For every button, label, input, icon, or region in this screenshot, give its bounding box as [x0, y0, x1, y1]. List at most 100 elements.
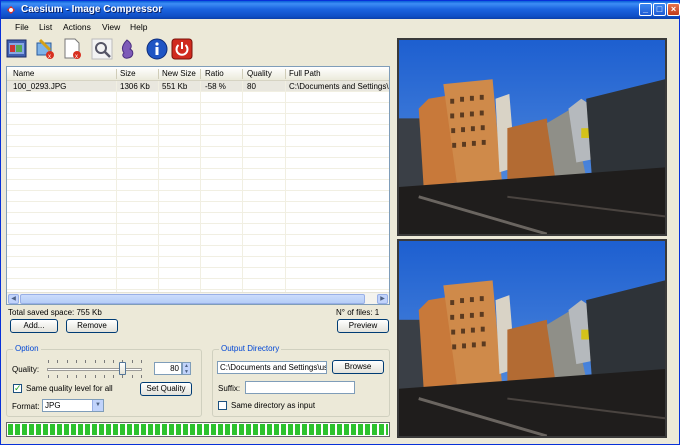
table-row-empty: [7, 125, 389, 136]
column-gridline: [200, 81, 201, 292]
slider-tick: [113, 375, 115, 378]
menu-help[interactable]: Help: [130, 22, 147, 32]
slider-tick: [57, 375, 59, 378]
scroll-right-icon[interactable]: ▶: [377, 294, 388, 304]
slider-tick: [75, 360, 77, 363]
format-select[interactable]: JPG ▼: [42, 399, 104, 412]
building-photo-original: [399, 40, 665, 234]
close-button[interactable]: ×: [667, 3, 680, 16]
table-row-empty: [7, 246, 389, 257]
column-header-quality[interactable]: Quality: [247, 69, 272, 78]
format-selected-value: JPG: [45, 401, 61, 410]
add-button[interactable]: Add...: [10, 319, 58, 333]
scroll-left-icon[interactable]: ◀: [8, 294, 19, 304]
suffix-label: Suffix:: [218, 384, 241, 393]
table-row[interactable]: 100_0293.JPG 1306 Kb 551 Kb -58 % 80 C:\…: [7, 81, 389, 92]
remove-button[interactable]: Remove: [66, 319, 118, 333]
slider-tick: [85, 360, 87, 363]
format-label: Format:: [12, 402, 40, 411]
maximize-button[interactable]: □: [653, 3, 666, 16]
column-divider[interactable]: [242, 69, 243, 79]
same-directory-checkbox[interactable]: [218, 401, 227, 410]
slider-tick: [131, 360, 133, 363]
remove-item-icon[interactable]: x: [34, 37, 56, 61]
menu-list[interactable]: List: [39, 22, 52, 32]
cell-quality: 80: [247, 82, 256, 91]
main-window: Caesium - Image Compressor _ □ × File Li…: [0, 0, 680, 445]
column-header-new-size[interactable]: New Size: [162, 69, 196, 78]
table-row-empty: [7, 235, 389, 246]
output-group-title: Output Directory: [219, 344, 282, 353]
slider-tick: [57, 360, 59, 363]
suffix-input[interactable]: [245, 381, 355, 394]
file-list-table[interactable]: Name Size New Size Ratio Quality Full Pa…: [6, 66, 390, 305]
title-bar[interactable]: Caesium - Image Compressor _ □ ×: [1, 1, 680, 19]
table-row-empty: [7, 147, 389, 158]
slider-tick: [103, 375, 105, 378]
quality-slider-track[interactable]: [47, 368, 142, 371]
quality-label: Quality:: [12, 365, 40, 374]
original-image-preview[interactable]: [397, 38, 667, 236]
table-header: Name Size New Size Ratio Quality Full Pa…: [7, 67, 389, 81]
column-divider[interactable]: [285, 69, 286, 79]
table-row-empty: [7, 180, 389, 191]
progress-fill: [8, 424, 388, 435]
spin-down-icon[interactable]: ▼: [183, 369, 190, 375]
column-divider[interactable]: [158, 69, 159, 79]
app-icon: [7, 6, 15, 14]
slider-tick: [94, 375, 96, 378]
column-divider[interactable]: [116, 69, 117, 79]
quality-spinner[interactable]: ▲ ▼: [182, 362, 191, 375]
column-header-ratio[interactable]: Ratio: [205, 69, 224, 78]
same-quality-checkbox[interactable]: [13, 383, 22, 394]
menu-actions[interactable]: Actions: [63, 22, 91, 32]
slider-tick: [94, 360, 96, 363]
table-row-empty: [7, 158, 389, 169]
slider-tick: [141, 375, 142, 378]
column-header-full-path[interactable]: Full Path: [289, 69, 321, 78]
horizontal-scrollbar[interactable]: ◀ ▶: [7, 292, 389, 304]
same-quality-label: Same quality level for all: [26, 384, 113, 393]
compressed-image-preview[interactable]: [397, 239, 667, 438]
exit-power-icon[interactable]: [171, 37, 193, 61]
column-gridline: [116, 81, 117, 292]
slider-tick: [48, 375, 49, 378]
menu-view[interactable]: View: [102, 22, 120, 32]
file-count-label: N° of files: 1: [336, 308, 380, 317]
table-row-empty: [7, 103, 389, 114]
preview-button[interactable]: Preview: [337, 319, 389, 333]
quality-slider-thumb[interactable]: [119, 362, 126, 375]
cell-name: 100_0293.JPG: [13, 82, 67, 91]
set-quality-button[interactable]: Set Quality: [140, 382, 192, 396]
compress-icon[interactable]: [116, 37, 138, 61]
column-divider[interactable]: [200, 69, 201, 79]
scroll-thumb[interactable]: [20, 294, 365, 304]
preview-zoom-icon[interactable]: [91, 37, 113, 61]
output-path-input[interactable]: C:\Documents and Settings\us: [217, 361, 327, 374]
chevron-down-icon[interactable]: ▼: [92, 400, 103, 411]
quality-spin-input[interactable]: 80: [154, 362, 182, 375]
svg-text:x: x: [75, 54, 78, 60]
table-row-empty: [7, 279, 389, 290]
saved-space-label: Total saved space: 755 Kb: [8, 308, 102, 317]
option-group-title: Option: [13, 344, 41, 353]
minimize-button[interactable]: _: [639, 3, 652, 16]
table-row-empty: [7, 213, 389, 224]
cell-ratio: -58 %: [205, 82, 226, 91]
cell-size: 1306 Kb: [120, 82, 150, 91]
about-info-icon[interactable]: [146, 37, 168, 61]
column-gridline: [285, 81, 286, 292]
column-header-name[interactable]: Name: [13, 69, 34, 78]
slider-tick: [48, 360, 49, 363]
column-gridline: [158, 81, 159, 292]
browse-button[interactable]: Browse: [332, 360, 384, 374]
table-row-empty: [7, 257, 389, 268]
table-row-empty: [7, 224, 389, 235]
column-header-size[interactable]: Size: [120, 69, 136, 78]
slider-tick: [85, 375, 87, 378]
menu-file[interactable]: File: [15, 22, 29, 32]
clear-list-icon[interactable]: x: [61, 37, 83, 61]
open-files-icon[interactable]: [6, 37, 28, 61]
table-row-empty: [7, 92, 389, 103]
table-row-empty: [7, 191, 389, 202]
